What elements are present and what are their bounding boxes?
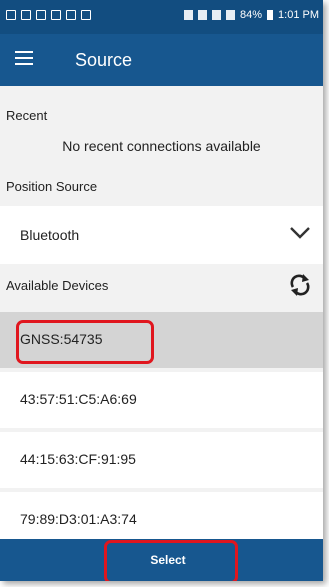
battery-icon <box>267 10 274 20</box>
page-title: Source <box>75 50 133 70</box>
device-row[interactable]: 44:15:63:CF:91:95 <box>0 432 323 488</box>
system-icons: 84% 1:01 PM <box>184 9 319 21</box>
recent-label: Recent <box>6 108 48 123</box>
device-row[interactable]: 43:57:51:C5:A6:69 <box>0 372 323 428</box>
app-bar: Source <box>0 34 323 86</box>
play-icon <box>66 10 76 20</box>
play-icon <box>81 10 91 20</box>
device-name: GNSS:54735 <box>20 331 103 347</box>
device-name: 43:57:51:C5:A6:69 <box>20 391 137 407</box>
bluetooth-icon <box>198 10 207 20</box>
warning-icon <box>51 10 61 20</box>
signal-icon <box>226 10 235 20</box>
refresh-icon[interactable] <box>289 273 311 297</box>
bottom-bar: Select <box>0 539 323 581</box>
wifi-icon <box>212 10 221 20</box>
recent-empty-message: No recent connections available <box>62 138 261 154</box>
available-devices-label: Available Devices <box>6 278 109 293</box>
chevron-down-icon <box>290 227 310 239</box>
status-bar: 84% 1:01 PM <box>0 0 323 34</box>
position-source-label: Position Source <box>6 179 98 194</box>
position-source-value: Bluetooth <box>20 227 80 243</box>
battery-percent: 84% <box>240 9 263 21</box>
device-name: 79:89:D3:01:A3:74 <box>20 511 137 527</box>
image-icon <box>36 10 46 20</box>
notification-icons <box>6 10 91 20</box>
location-icon <box>184 10 193 20</box>
position-source-dropdown[interactable]: Bluetooth <box>0 206 323 264</box>
notification-icon <box>6 10 16 20</box>
device-name: 44:15:63:CF:91:95 <box>20 451 136 467</box>
device-row[interactable]: GNSS:54735 <box>0 312 323 368</box>
clock: 1:01 PM <box>278 9 319 21</box>
select-button[interactable]: Select <box>100 539 236 581</box>
hamburger-menu-icon[interactable] <box>15 51 33 65</box>
phone-screen: 84% 1:01 PM Source Recent No recent conn… <box>0 0 323 581</box>
notification-icon <box>21 10 31 20</box>
